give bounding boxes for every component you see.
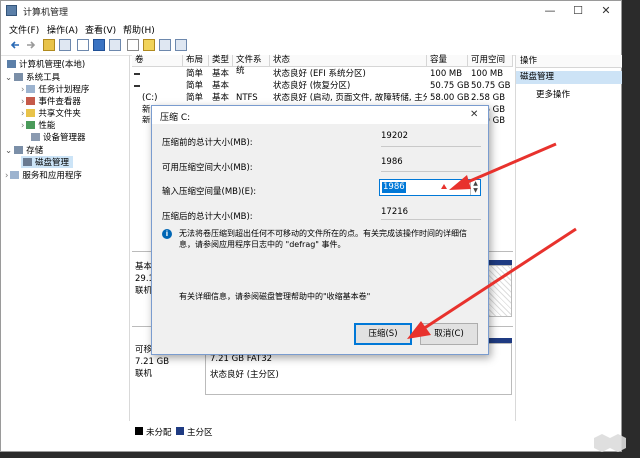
- arrow-to-input: [449, 142, 557, 190]
- watermark-logo-icon: [594, 434, 626, 452]
- annotation-arrows: [407, 142, 577, 339]
- computer-management-window: 计算机管理 — ☐ ✕ 文件(F) 操作(A) 查看(V) 帮助(H) 计算机管…: [0, 0, 622, 452]
- arrow-to-shrink-button: [407, 227, 577, 339]
- cursor-marker-icon: [441, 184, 447, 189]
